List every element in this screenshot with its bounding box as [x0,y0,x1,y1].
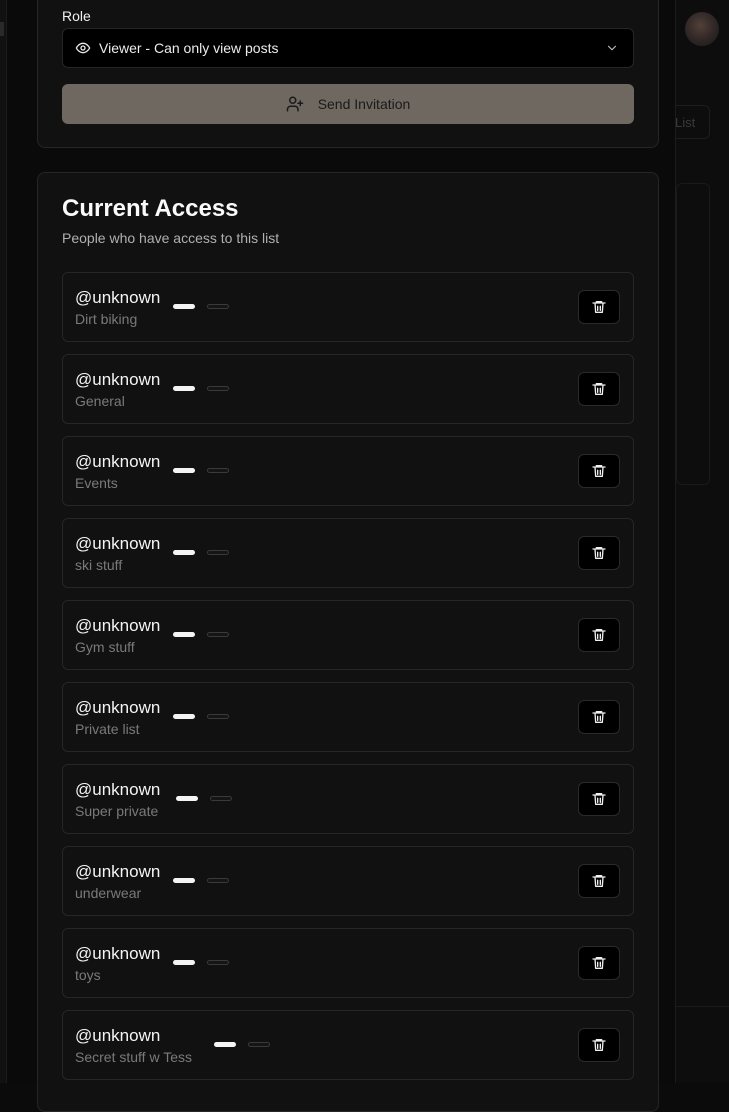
role-indicator-active [173,878,195,883]
access-list-name: Events [75,475,118,491]
share-list-modal: Role Viewer - Can only view posts Send I… [6,0,676,1112]
send-invitation-button[interactable]: Send Invitation [62,84,634,124]
trash-icon [592,465,606,477]
avatar [685,12,719,46]
invite-card: Role Viewer - Can only view posts Send I… [37,0,659,148]
role-indicator-inactive [207,550,229,555]
access-username: @unknown [75,370,161,389]
section-subtitle: People who have access to this list [62,230,280,246]
access-username: @unknown [75,780,161,799]
access-row: @unknown ski stuff [62,518,634,588]
role-indicator-active [173,468,195,473]
remove-access-button[interactable] [578,864,620,898]
role-select[interactable]: Viewer - Can only view posts [62,28,634,68]
trash-icon [592,957,606,969]
role-indicator-active [176,796,198,801]
trash-icon [592,793,606,805]
remove-access-button[interactable] [578,782,620,816]
access-username: @unknown [75,698,161,717]
access-list-name: ski stuff [75,557,123,573]
access-row: @unknown Events [62,436,634,506]
access-list-name: General [75,393,125,409]
role-indicator-inactive [207,714,229,719]
access-row: @unknown Private list [62,682,634,752]
remove-access-button[interactable] [578,946,620,980]
role-indicator-inactive [207,304,229,309]
background-divider [676,1006,729,1007]
access-row: @unknown underwear [62,846,634,916]
role-indicator-inactive [210,796,232,801]
send-invitation-label: Send Invitation [317,96,411,112]
access-row: @unknown toys [62,928,634,998]
remove-access-button[interactable] [578,290,620,324]
remove-access-button[interactable] [578,372,620,406]
remove-access-button[interactable] [578,454,620,488]
remove-access-button[interactable] [578,700,620,734]
role-indicator-active [173,960,195,965]
role-indicator-active [173,550,195,555]
trash-icon [592,1039,606,1051]
role-indicator-inactive [207,960,229,965]
access-row: @unknown Dirt biking [62,272,634,342]
role-indicator-inactive [207,468,229,473]
role-indicator-active [173,632,195,637]
role-select-value: Viewer - Can only view posts [99,40,279,56]
access-username: @unknown [75,534,161,553]
role-indicator-active [173,714,195,719]
section-title: Current Access [62,195,239,222]
access-username: @unknown [75,944,161,963]
access-row: @unknown General [62,354,634,424]
trash-icon [592,383,606,395]
background-panel [676,183,710,485]
role-indicator-inactive [207,632,229,637]
trash-icon [592,711,606,723]
access-username: @unknown [75,862,161,881]
role-indicator-active [214,1042,236,1047]
role-indicator-inactive [207,878,229,883]
background-left-mark [0,22,4,36]
access-list-name: Secret stuff w Tess [75,1049,192,1065]
access-list-name: toys [75,967,101,983]
access-list-name: Gym stuff [75,639,135,655]
access-row: @unknown Gym stuff [62,600,634,670]
role-label: Role [62,8,91,24]
trash-icon [592,301,606,313]
trash-icon [592,547,606,559]
remove-access-button[interactable] [578,536,620,570]
access-list-name: Private list [75,721,140,737]
trash-icon [592,875,606,887]
remove-access-button[interactable] [578,1028,620,1062]
chevron-down-icon [605,41,619,55]
trash-icon [592,629,606,641]
role-indicator-active [173,304,195,309]
access-username: @unknown [75,1026,161,1045]
user-plus-icon [286,95,304,113]
access-list-name: Dirt biking [75,311,138,327]
role-indicator-inactive [207,386,229,391]
access-username: @unknown [75,616,161,635]
eye-icon [75,40,91,56]
role-indicator-active [173,386,195,391]
access-username: @unknown [75,452,161,471]
access-list-name: underwear [75,885,142,901]
role-indicator-inactive [248,1042,270,1047]
access-username: @unknown [75,288,161,307]
remove-access-button[interactable] [578,618,620,652]
access-row: @unknown Secret stuff w Tess [62,1010,634,1080]
current-access-card: Current Access People who have access to… [37,172,659,1112]
access-row: @unknown Super private [62,764,634,834]
access-list-name: Super private [75,803,159,819]
